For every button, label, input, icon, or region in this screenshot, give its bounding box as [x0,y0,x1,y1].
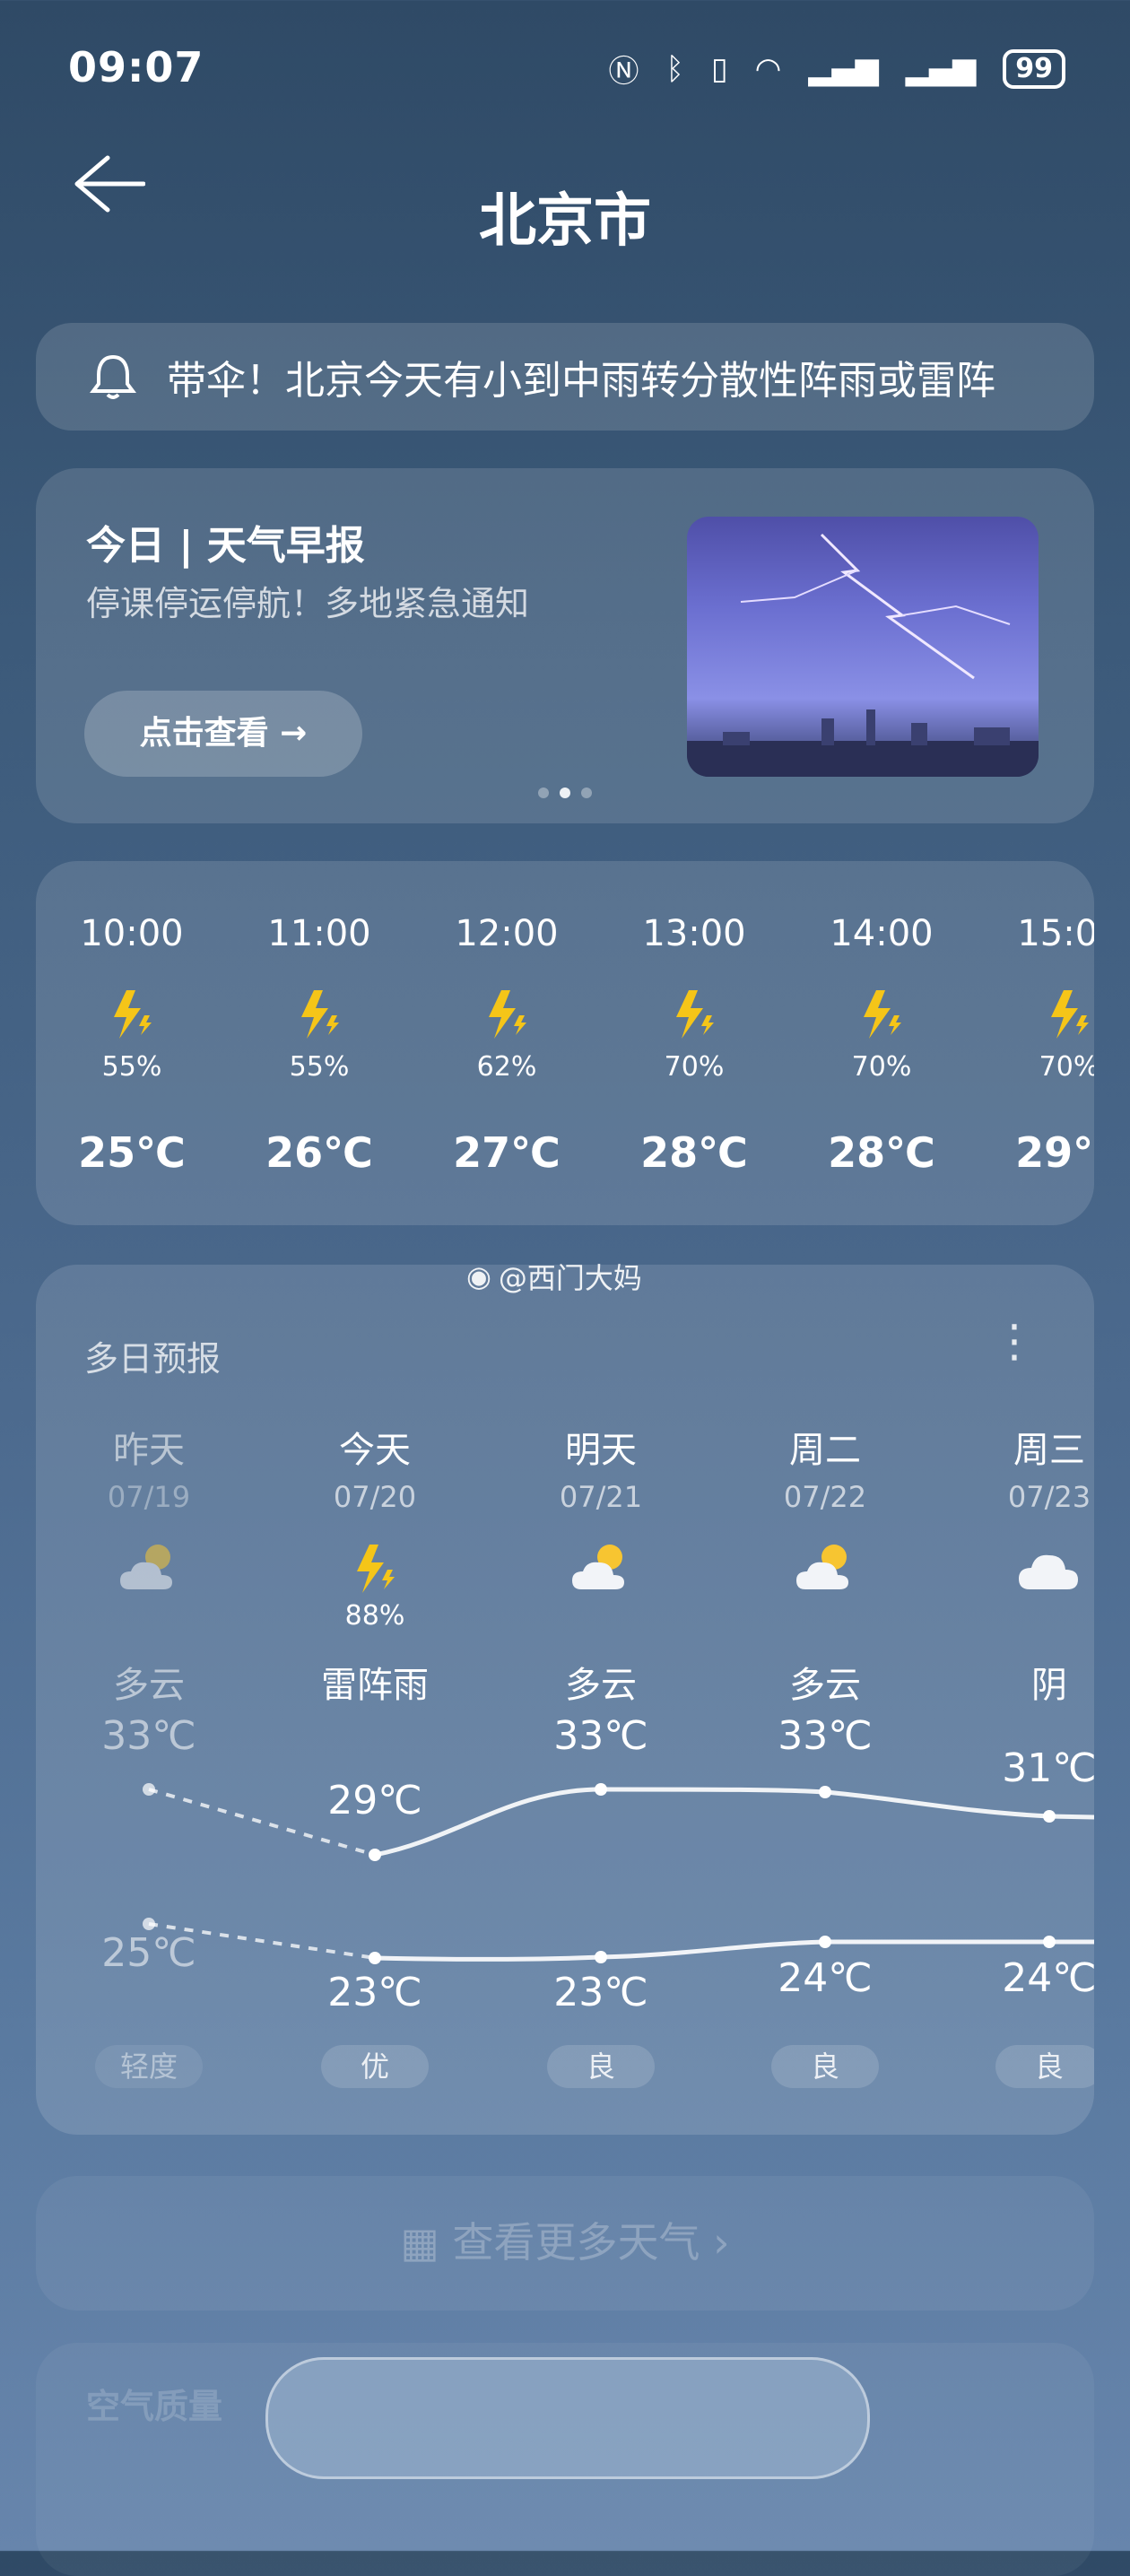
air-quality-badge: 优 [321,2045,429,2088]
hour-time: 14:00 [830,913,934,954]
precip-chance: 70% [851,1051,912,1083]
high-temp: 33℃ [553,1713,648,1759]
hour-time: 12:00 [455,913,559,954]
thunder-icon [489,990,526,1039]
nfc-icon: Ⓝ [608,54,639,90]
bluetooth-icon: ᛒ [665,50,684,87]
weibo-icon: ◉ [466,1259,491,1293]
day-name: 周三 [1013,1430,1085,1471]
day-column-wednesday[interactable]: 周三 07/23 阴 良 [951,1265,1094,2135]
day-name: 昨天 [113,1430,185,1471]
day-date: 07/20 [333,1480,417,1514]
vibrate-icon: ▯ [710,50,728,87]
partly-cloudy-icon [120,1545,172,1589]
precip-chance: 55% [101,1051,162,1083]
day-condition: 阴 [1031,1665,1067,1706]
battery-indicator: 99 [1003,48,1065,89]
precip-chance: 55% [289,1051,350,1083]
high-temp: 31℃ [1002,1745,1094,1791]
thunder-icon [357,1545,395,1593]
carousel-dot[interactable] [581,788,592,798]
hour-temp: 26℃ [265,1128,373,1177]
thunder-icon [676,990,714,1039]
calendar-icon: ▦ [400,2218,453,2267]
low-temp: 23℃ [327,1970,422,2015]
day-condition: 多云 [565,1665,637,1706]
hour-temp: 28℃ [640,1128,748,1177]
hour-temp: 25℃ [78,1128,186,1177]
precip-chance: 62% [476,1051,537,1083]
status-time: 09:07 [68,43,204,91]
thunder-icon [301,990,339,1039]
partly-cloudy-icon [796,1545,848,1589]
air-quality-badge: 轻度 [95,2045,203,2088]
hour-time: 11:00 [267,913,371,954]
wifi-icon: ◠ [754,50,782,87]
carousel-dots[interactable] [538,788,592,798]
daily-forecast[interactable]: 多日预报 ⋮ 昨天 07/19 多云 轻度 33℃ 25℃ 今天 07/20 8… [36,1265,1094,2135]
hour-time: 13:00 [642,913,746,954]
day-column-tuesday[interactable]: 周二 07/22 多云 良 [726,1265,924,2135]
carousel-dot-active[interactable] [560,788,570,798]
air-quality-badge: 良 [771,2045,879,2088]
low-temp: 23℃ [553,1970,648,2015]
thunder-icon [864,990,901,1039]
high-temp: 29℃ [327,1778,422,1823]
bell-icon [90,354,136,399]
day-date: 07/23 [1007,1480,1091,1514]
day-condition: 雷阵雨 [321,1665,429,1706]
low-temp: 25℃ [101,1930,196,1976]
page-title: 北京市 [479,188,651,255]
hourly-forecast[interactable]: 10:00 55% 25℃ 11:00 55% 26℃ 12:00 62% 27… [36,861,1094,1225]
precip-chance: 88% [344,1600,405,1632]
day-condition: 多云 [113,1665,185,1706]
news-subtitle: 停课停运停航！多地紧急通知 [86,584,530,623]
high-temp: 33℃ [101,1713,196,1759]
thunder-icon [1051,990,1089,1039]
cloudy-icon [1019,1554,1078,1589]
day-date: 07/22 [783,1480,867,1514]
hour-time: 10:00 [80,913,184,954]
day-date: 07/21 [559,1480,643,1514]
hour-time: 15:00 [1017,913,1094,954]
news-card[interactable]: 今日 | 天气早报 停课停运停航！多地紧急通知 点击查看 → [36,468,1094,823]
alert-text: 带伞！北京今天有小到中雨转分散性阵雨或雷阵 [167,358,995,404]
high-temp: 33℃ [778,1713,873,1759]
weather-alert-banner[interactable]: 带伞！北京今天有小到中雨转分散性阵雨或雷阵 [36,323,1094,431]
low-temp: 24℃ [778,1955,873,2001]
carousel-dot[interactable] [538,788,549,798]
low-temp: 24℃ [1002,1955,1094,2001]
air-quality-badge: 良 [547,2045,655,2088]
more-weather-label: 查看更多天气 [452,2218,700,2267]
day-name: 今天 [339,1430,411,1471]
floating-pill-button[interactable] [265,2357,870,2479]
hour-temp: 29℃ [1015,1128,1094,1177]
day-name: 明天 [565,1430,637,1471]
watermark-text: @西门大妈 [498,1261,642,1295]
day-name: 周二 [789,1430,861,1471]
precip-chance: 70% [1039,1051,1094,1083]
air-quality-badge: 良 [995,2045,1094,2088]
weibo-watermark: ◉ @西门大妈 [466,1256,642,1297]
day-column-yesterday[interactable]: 昨天 07/19 多云 轻度 [50,1265,248,2135]
view-news-button[interactable]: 点击查看 → [84,691,362,777]
lightning-city-image[interactable] [687,517,1039,777]
more-weather-button[interactable]: ▦ 查看更多天气 › [0,2210,1130,2269]
day-condition: 多云 [789,1665,861,1706]
air-quality-title: 空气质量 [86,2387,223,2426]
hour-temp: 27℃ [453,1128,561,1177]
chevron-right-icon: › [700,2218,730,2267]
signal-icon: ▂▄▆ [808,50,879,87]
day-date: 07/19 [107,1480,191,1514]
precip-chance: 70% [664,1051,725,1083]
thunder-icon [114,990,152,1039]
status-icons: Ⓝ ᛒ ▯ ◠ ▂▄▆ ▂▄▆ 99 [609,47,1065,91]
partly-cloudy-icon [572,1545,624,1589]
signal-2-icon: ▂▄▆ [905,50,977,87]
news-title: 今日 | 天气早报 [86,523,365,569]
hour-temp: 28℃ [828,1128,935,1177]
